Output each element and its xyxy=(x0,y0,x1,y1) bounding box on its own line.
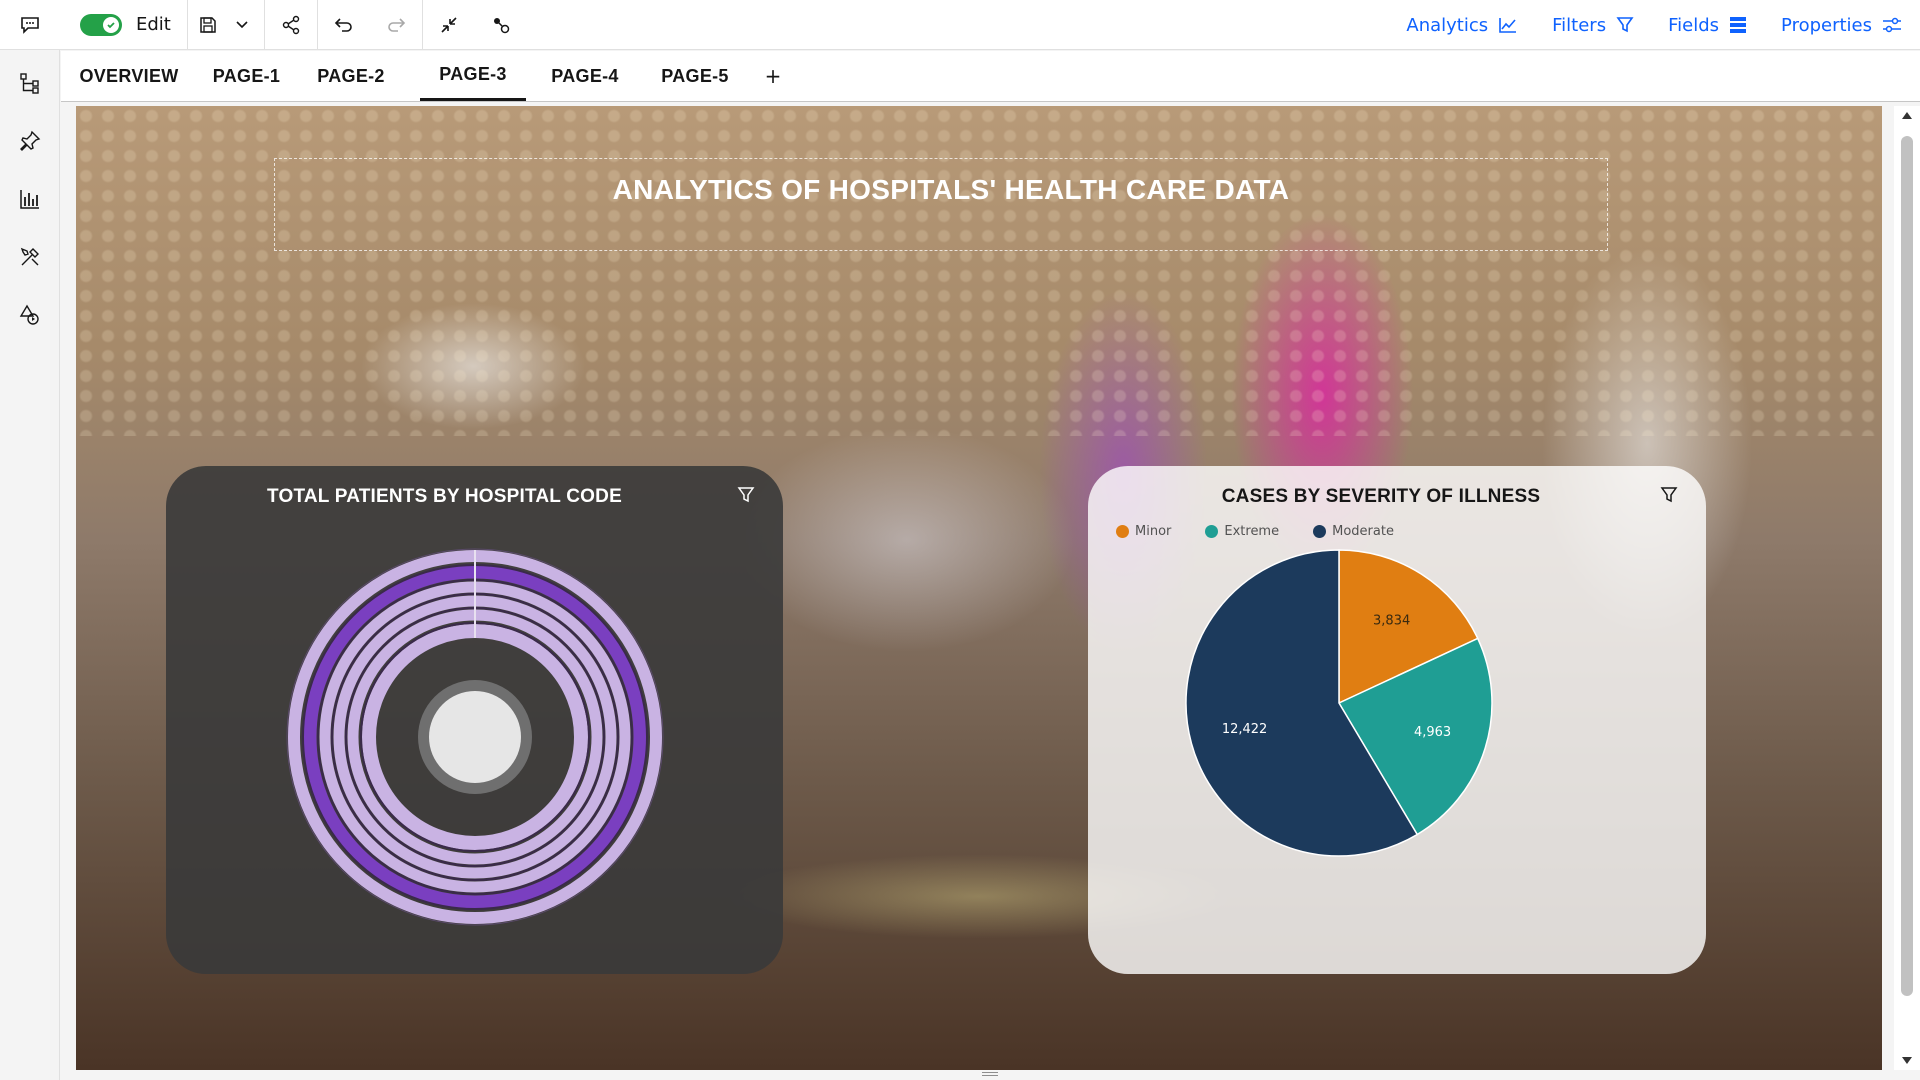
vertical-scrollbar[interactable] xyxy=(1894,106,1920,1070)
page-tabs: OVERVIEW PAGE-1 PAGE-2 PAGE-3 PAGE-4 PAG… xyxy=(61,51,1920,102)
tab-page-4[interactable]: PAGE-4 xyxy=(530,51,640,101)
save-icon[interactable] xyxy=(188,0,228,50)
analytics-line-icon xyxy=(1499,18,1517,33)
shapes-play-icon[interactable] xyxy=(0,286,60,344)
properties-label: Properties xyxy=(1781,14,1872,36)
scroll-down-icon[interactable] xyxy=(1902,1057,1912,1064)
navigation-tree-icon[interactable] xyxy=(0,54,60,112)
collapse-icon[interactable] xyxy=(423,0,475,50)
fields-icon xyxy=(1730,17,1747,33)
top-toolbar: Edit Analytics Filters Fields Properties xyxy=(0,0,1920,50)
edit-toggle[interactable] xyxy=(80,13,122,36)
analytics-label: Analytics xyxy=(1406,14,1489,36)
radial-bar-chart xyxy=(286,548,664,926)
tab-page-2[interactable]: PAGE-2 xyxy=(296,51,406,101)
properties-button[interactable]: Properties xyxy=(1781,15,1902,36)
pie-slices xyxy=(1185,549,1493,857)
scroll-thumb[interactable] xyxy=(1901,136,1913,996)
fields-label: Fields xyxy=(1668,14,1720,36)
widget-severity[interactable]: CASES BY SEVERITY OF ILLNESS Minor Extre… xyxy=(1088,466,1706,974)
add-tab-button[interactable]: + xyxy=(758,51,788,101)
relationship-icon[interactable] xyxy=(475,0,527,50)
fields-button[interactable]: Fields xyxy=(1668,15,1747,36)
toolbar-right-group: Analytics Filters Fields Properties xyxy=(1406,0,1920,50)
comment-icon[interactable] xyxy=(4,0,56,50)
left-rail xyxy=(0,50,60,1080)
tab-page-3[interactable]: PAGE-3 xyxy=(420,51,526,101)
tab-page-1[interactable]: PAGE-1 xyxy=(197,51,296,101)
pin-icon[interactable] xyxy=(0,112,60,170)
tab-overview[interactable]: OVERVIEW xyxy=(61,51,197,101)
redo-icon[interactable] xyxy=(370,0,422,50)
sliders-icon xyxy=(1883,17,1901,33)
filters-label: Filters xyxy=(1552,14,1607,36)
chevron-down-icon[interactable] xyxy=(228,0,256,50)
filters-button[interactable]: Filters xyxy=(1552,15,1634,36)
title-textbox[interactable]: ANALYTICS OF HOSPITALS' HEALTH CARE DATA xyxy=(274,158,1608,251)
resize-handle[interactable] xyxy=(982,1072,998,1076)
bar-chart-icon[interactable] xyxy=(0,170,60,228)
filter-icon xyxy=(1616,17,1634,33)
pie-data-label: 3,834 xyxy=(1373,613,1410,628)
radial-center-inner xyxy=(429,691,521,783)
edit-label: Edit xyxy=(136,14,171,35)
pie-data-label: 12,422 xyxy=(1222,722,1268,737)
pie-chart: 3,834 4,963 12,422 xyxy=(1185,549,1493,857)
background-image xyxy=(76,106,1882,436)
widget-total-patients[interactable]: TOTAL PATIENTS BY HOSPITAL CODE xyxy=(166,466,783,974)
undo-icon[interactable] xyxy=(318,0,370,50)
page-title: ANALYTICS OF HOSPITALS' HEALTH CARE DATA xyxy=(612,173,1290,205)
dashboard-canvas: ANALYTICS OF HOSPITALS' HEALTH CARE DATA… xyxy=(76,106,1882,1070)
pie-data-label: 4,963 xyxy=(1414,725,1451,740)
check-icon xyxy=(103,16,119,33)
scroll-up-icon[interactable] xyxy=(1902,112,1912,119)
share-icon[interactable] xyxy=(265,0,317,50)
analytics-button[interactable]: Analytics xyxy=(1406,15,1518,36)
tools-icon[interactable] xyxy=(0,228,60,286)
tab-page-5[interactable]: PAGE-5 xyxy=(640,51,750,101)
